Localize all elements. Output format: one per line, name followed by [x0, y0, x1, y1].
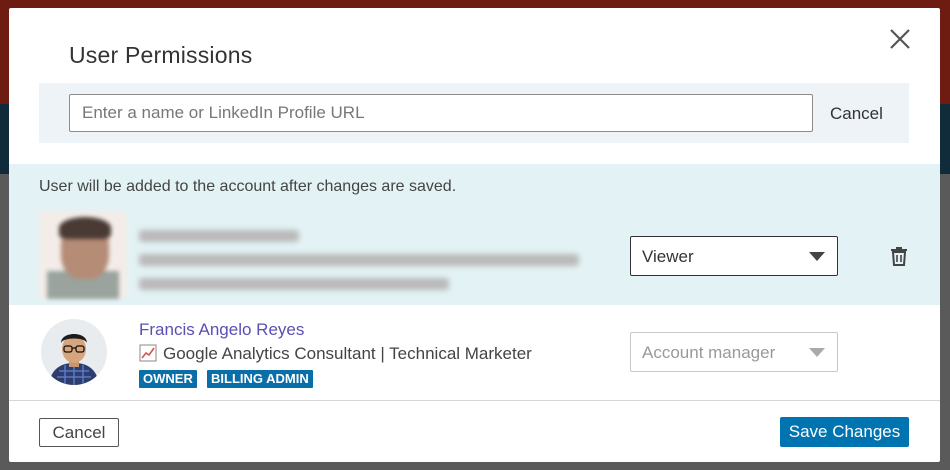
footer-divider [9, 400, 940, 401]
role-select-value: Account manager [642, 343, 776, 362]
cancel-button[interactable]: Cancel [39, 418, 119, 447]
user-headline: Google Analytics Consultant | Technical … [139, 344, 532, 364]
chevron-down-icon [809, 252, 825, 261]
pending-user-avatar [39, 211, 127, 299]
pending-notice: User will be added to the account after … [39, 178, 457, 195]
chevron-down-icon [809, 348, 825, 357]
user-permissions-dialog: User Permissions Cancel User will be add… [9, 8, 940, 462]
pending-user-details-redacted [139, 226, 589, 296]
search-bar: Cancel [39, 83, 909, 143]
close-button[interactable] [885, 24, 915, 54]
search-cancel-button[interactable]: Cancel [830, 104, 883, 124]
dialog-title: User Permissions [69, 42, 253, 68]
close-icon [890, 29, 910, 49]
user-name-link[interactable]: Francis Angelo Reyes [139, 320, 304, 340]
existing-user-role-select: Account manager [630, 332, 838, 372]
trending-icon [139, 344, 157, 362]
user-headline-text: Google Analytics Consultant | Technical … [163, 344, 532, 363]
trash-icon [891, 247, 907, 266]
pending-user-role-select[interactable]: Viewer [630, 236, 838, 276]
billing-admin-badge: BILLING ADMIN [207, 370, 313, 388]
role-select-value: Viewer [642, 247, 694, 266]
remove-user-button[interactable] [887, 244, 911, 268]
save-changes-button[interactable]: Save Changes [780, 417, 909, 447]
avatar [41, 319, 107, 385]
search-input[interactable] [69, 94, 813, 132]
owner-badge: OWNER [139, 370, 197, 388]
background-banner-text [0, 0, 4, 12]
